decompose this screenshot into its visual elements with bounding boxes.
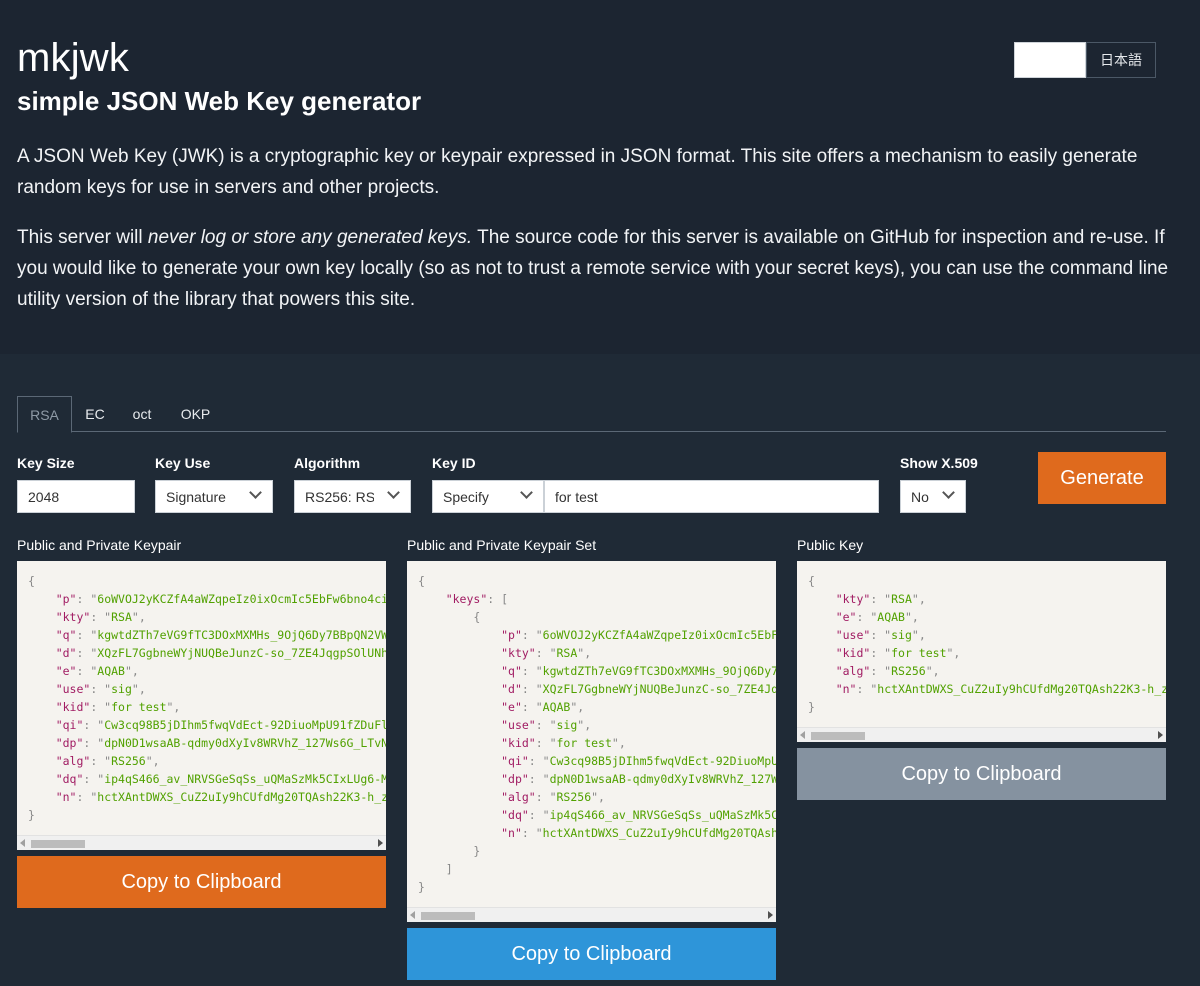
header: mkjwk simple JSON Web Key generator 日本語 … [0, 0, 1200, 354]
keypair-json: { "p": "6oWVOJ2yKCZfA4aWZqpeIz0ixOcmIc5E… [28, 574, 386, 822]
horizontal-scrollbar[interactable] [797, 727, 1166, 742]
tab-rsa[interactable]: RSA [17, 396, 72, 433]
scroll-right-icon[interactable] [1158, 731, 1163, 739]
scroll-thumb[interactable] [811, 732, 865, 740]
tab-ec[interactable]: EC [75, 396, 115, 432]
privacy-text: This server will [17, 227, 148, 248]
algorithm-select[interactable]: RS256: RSA [294, 480, 411, 513]
copy-keypair-button[interactable]: Copy to Clipboard [17, 856, 386, 908]
public-key-output[interactable]: { "kty": "RSA", "e": "AQAB", "use": "sig… [797, 561, 1166, 742]
horizontal-scrollbar[interactable] [17, 835, 386, 850]
key-id-label: Key ID [432, 455, 476, 471]
key-type-tabs: RSA EC oct OKP [17, 396, 1166, 433]
tab-okp[interactable]: OKP [173, 396, 218, 432]
key-use-value: Signature [166, 488, 226, 505]
chevron-down-icon [249, 486, 262, 499]
chevron-down-icon [520, 486, 533, 499]
tab-oct[interactable]: oct [121, 396, 163, 432]
public-key-json: { "kty": "RSA", "e": "AQAB", "use": "sig… [808, 574, 1166, 714]
scroll-left-icon[interactable] [20, 839, 25, 847]
scroll-left-icon[interactable] [410, 911, 415, 919]
key-size-label: Key Size [17, 455, 75, 471]
keypair-set-json: { "keys": [ { "p": "6oWVOJ2yKCZfA4aWZqpe… [418, 574, 776, 894]
key-use-select[interactable]: Signature [155, 480, 273, 513]
copy-public-key-button[interactable]: Copy to Clipboard [797, 748, 1166, 800]
language-switcher: 日本語 [1014, 42, 1156, 78]
intro-paragraph: A JSON Web Key (JWK) is a cryptographic … [17, 146, 1138, 198]
algorithm-label: Algorithm [294, 455, 361, 471]
keypair-label: Public and Private Keypair [17, 537, 182, 553]
scroll-thumb[interactable] [421, 912, 475, 920]
copy-keypair-set-button[interactable]: Copy to Clipboard [407, 928, 776, 980]
key-id-mode-select[interactable]: Specify [432, 480, 544, 513]
chevron-down-icon [387, 486, 400, 499]
horizontal-scrollbar[interactable] [407, 907, 776, 922]
key-id-mode-value: Specify [443, 488, 489, 505]
scroll-right-icon[interactable] [768, 911, 773, 919]
keypair-set-label: Public and Private Keypair Set [407, 537, 597, 553]
key-size-input[interactable]: 2048 [17, 480, 135, 513]
scroll-thumb[interactable] [31, 840, 85, 848]
scroll-left-icon[interactable] [800, 731, 805, 739]
algorithm-value: RS256: RSA [305, 488, 374, 505]
keypair-output[interactable]: { "p": "6oWVOJ2yKCZfA4aWZqpeIz0ixOcmIc5E… [17, 561, 386, 850]
chevron-down-icon [942, 486, 955, 499]
scroll-right-icon[interactable] [378, 839, 383, 847]
generate-button[interactable]: Generate [1038, 452, 1166, 504]
site-subtitle: simple JSON Web Key generator [17, 86, 422, 116]
key-id-input[interactable]: for test [544, 480, 879, 513]
site-title: mkjwk [17, 36, 130, 80]
language-button-japanese[interactable]: 日本語 [1086, 42, 1156, 78]
privacy-emphasis: never log or store any generated keys. [147, 227, 473, 248]
public-key-label: Public Key [797, 537, 864, 553]
show-x509-select[interactable]: No [900, 480, 966, 513]
show-x509-label: Show X.509 [900, 455, 978, 471]
key-use-label: Key Use [155, 455, 211, 471]
show-x509-value: No [911, 488, 929, 505]
keypair-set-output[interactable]: { "keys": [ { "p": "6oWVOJ2yKCZfA4aWZqpe… [407, 561, 776, 922]
privacy-paragraph: This server will never log or store any … [17, 222, 1177, 315]
language-button-english[interactable] [1014, 42, 1086, 78]
